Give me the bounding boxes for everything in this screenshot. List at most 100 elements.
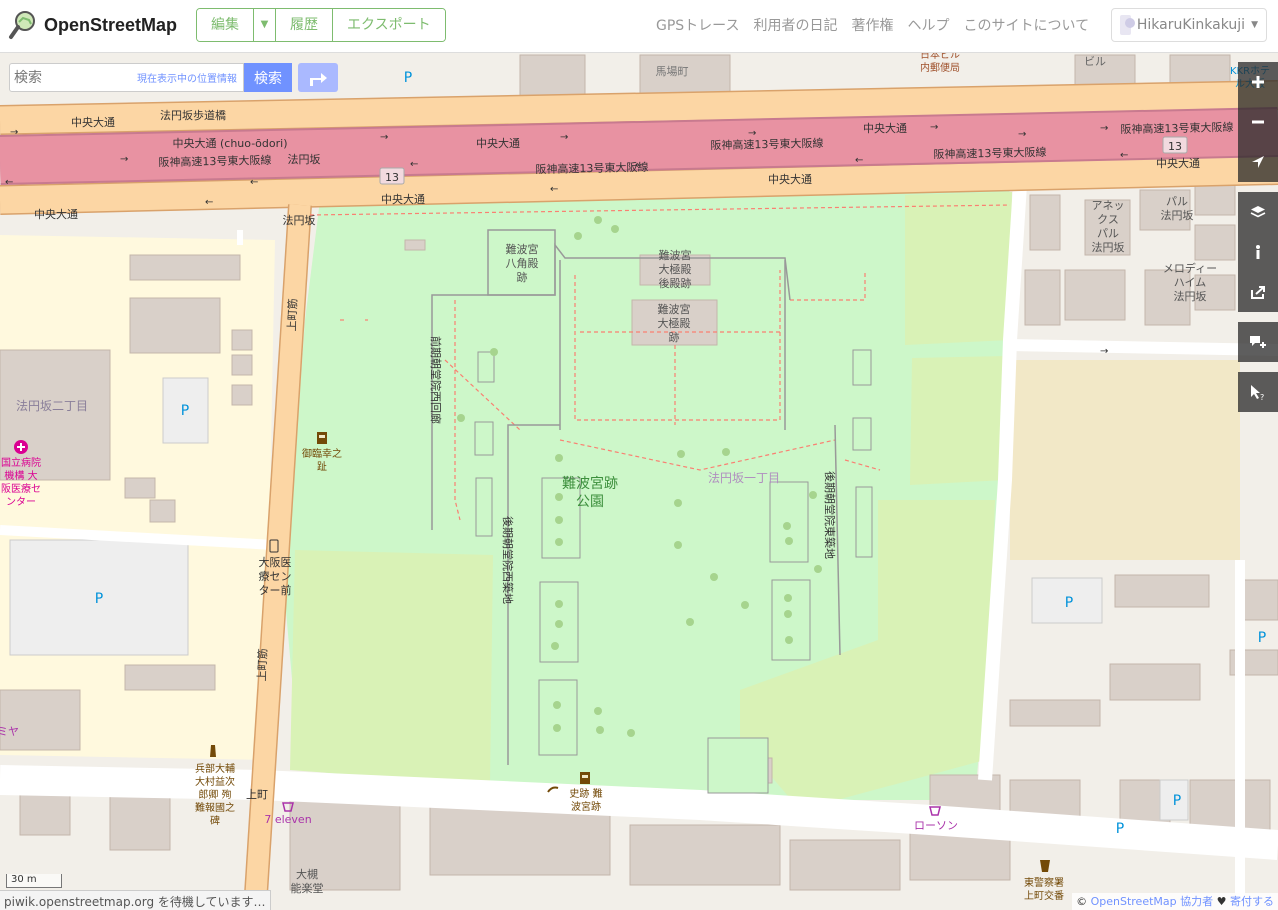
nav-user-diaries[interactable]: 利用者の日記	[753, 15, 837, 35]
top-header: OpenStreetMap 編集 ▼ 履歴 エクスポート GPSトレース 利用者…	[0, 0, 1278, 53]
chuo-label-5: 中央大通	[381, 192, 425, 206]
map-canvas[interactable]: 難波宮跡公園 法円坂一丁目 法円坂二丁目 馬場町 ビル 阪神高速13号東大阪線 …	[0, 53, 1278, 910]
query-features-button[interactable]: ?	[1238, 372, 1278, 412]
svg-text:←: ←	[855, 155, 863, 166]
uemachi-station-label: 上町	[246, 788, 268, 801]
hoenzaka-bashi-label: 法円坂歩道橋	[160, 108, 226, 122]
user-menu[interactable]: HikaruKinkakuji ▼	[1111, 8, 1267, 42]
search-field-wrap: 現在表示中の位置情報	[9, 63, 244, 92]
hospital-icon	[14, 440, 28, 454]
route-shield-label: 13	[1168, 140, 1182, 153]
share-button[interactable]	[1238, 272, 1278, 312]
export-button[interactable]: エクスポート	[333, 9, 445, 41]
chuo-label-7: 中央大通	[1156, 156, 1200, 170]
contributors-link[interactable]: 協力者	[1180, 895, 1213, 908]
nav-about[interactable]: このサイトについて	[963, 15, 1089, 35]
hoenzaka-stop-label: 法円坂	[283, 213, 316, 227]
parking-symbol: P	[1065, 595, 1073, 611]
baba-label: 馬場町	[656, 65, 689, 78]
layer-controls	[1238, 192, 1278, 312]
uemachi-suji-label-1: 上町筋	[284, 298, 299, 331]
nav-gps-traces[interactable]: GPSトレース	[656, 15, 739, 35]
svg-text:←: ←	[1120, 150, 1128, 161]
chuo-label-3: 中央大通	[863, 121, 907, 135]
logo-text: OpenStreetMap	[44, 14, 178, 35]
plus-icon	[1252, 76, 1264, 88]
layers-button[interactable]	[1238, 192, 1278, 232]
bus-stop-label: 大阪医療センター前	[259, 555, 292, 597]
nav-help[interactable]: ヘルプ	[907, 15, 949, 35]
note-controls	[1238, 322, 1278, 362]
parking-symbol: P	[1173, 793, 1181, 809]
monument-icon	[210, 745, 216, 757]
svg-text:←: ←	[250, 177, 258, 188]
heart-icon: ♥	[1216, 895, 1227, 908]
svg-text:←: ←	[410, 159, 418, 170]
chuo-label-2: 中央大通	[476, 136, 520, 150]
svg-text:→: →	[380, 132, 388, 143]
directions-button[interactable]	[298, 63, 338, 92]
svg-text:→: →	[560, 132, 568, 143]
memorial-icon	[580, 772, 590, 784]
where-am-i-link[interactable]: 現在表示中の位置情報	[137, 70, 237, 85]
status-bar: piwik.openstreetmap.org を待機しています…	[0, 890, 271, 910]
svg-text:→: →	[930, 122, 938, 133]
nav-copyright[interactable]: 著作権	[851, 15, 893, 35]
omiya-label: ミヤ	[0, 725, 19, 738]
chuo-roman-label: 中央大通 (chuo-ōdori)	[173, 136, 288, 150]
chuo-label-4: 中央大通	[34, 207, 78, 221]
osm-link[interactable]: OpenStreetMap	[1091, 895, 1177, 908]
koden-label: 難波宮大極殿後殿跡	[659, 248, 692, 290]
map-svg[interactable]: 難波宮跡公園 法円坂一丁目 法円坂二丁目 馬場町 ビル 阪神高速13号東大阪線 …	[0, 53, 1278, 910]
svg-text:→: →	[1100, 123, 1108, 134]
scale-bar: 30 m	[6, 874, 62, 888]
query-cursor-icon: ?	[1251, 385, 1264, 400]
attribution: © OpenStreetMap 協力者 ♥ 寄付する	[1072, 893, 1278, 910]
edit-button[interactable]: 編集	[197, 9, 254, 41]
route-shield-label: 13	[385, 171, 399, 184]
west-corridor-label: 前期朝堂院西回廊	[429, 336, 443, 424]
post-office-label: 日本ビル内郵便局	[920, 53, 960, 74]
svg-text:→: →	[748, 128, 756, 139]
top-nav: GPSトレース 利用者の日記 著作権 ヘルプ このサイトについて	[656, 15, 1089, 35]
zoom-out-button[interactable]	[1238, 102, 1278, 142]
grass-area	[290, 550, 493, 785]
history-button[interactable]: 履歴	[276, 9, 333, 41]
edit-dropdown-chevron-icon[interactable]: ▼	[254, 9, 276, 41]
hanshin-label-2: 阪神高速13号東大阪線	[535, 160, 648, 176]
svg-text:→: →	[120, 154, 128, 165]
hanshin-label-1: 阪神高速13号東大阪線	[158, 153, 271, 169]
uemachi-suji-label-2: 上町筋	[254, 648, 269, 681]
zoom-controls	[1238, 62, 1278, 182]
site-logo[interactable]: OpenStreetMap	[8, 10, 177, 40]
query-controls: ?	[1238, 372, 1278, 412]
map-key-button[interactable]	[1238, 232, 1278, 272]
hoenzaka-station-label: 法円坂	[288, 152, 321, 166]
parking-symbol: P	[181, 403, 189, 419]
locate-button[interactable]	[1238, 142, 1278, 182]
donate-link[interactable]: 寄付する	[1230, 895, 1274, 908]
share-icon	[1251, 286, 1265, 299]
search-button[interactable]: 検索	[244, 63, 292, 92]
parking-symbol: P	[95, 591, 103, 607]
search-box: 現在表示中の位置情報 検索	[9, 63, 338, 92]
info-icon	[1256, 245, 1260, 259]
chevron-down-icon: ▼	[1251, 20, 1258, 30]
svg-text:←: ←	[550, 184, 558, 195]
add-note-button[interactable]	[1238, 322, 1278, 362]
svg-text:→: →	[10, 127, 18, 138]
zoom-in-button[interactable]	[1238, 62, 1278, 102]
hanshin-label-3: 阪神高速13号東大阪線	[710, 136, 823, 152]
add-note-icon	[1250, 336, 1266, 348]
username: HikaruKinkakuji	[1136, 17, 1246, 33]
sand-area	[1010, 360, 1240, 560]
directions-icon	[310, 72, 327, 86]
magnifier-logo-icon	[9, 11, 35, 39]
east-ruin-label: 後期朝堂院東築地	[823, 471, 837, 559]
minus-icon	[1252, 120, 1264, 124]
svg-text:←: ←	[635, 160, 643, 171]
hoenzaka2-label: 法円坂二丁目	[16, 399, 88, 413]
location-arrow-icon	[1252, 156, 1264, 168]
parking-symbol: P	[1258, 630, 1266, 646]
memorial-icon	[317, 432, 327, 444]
